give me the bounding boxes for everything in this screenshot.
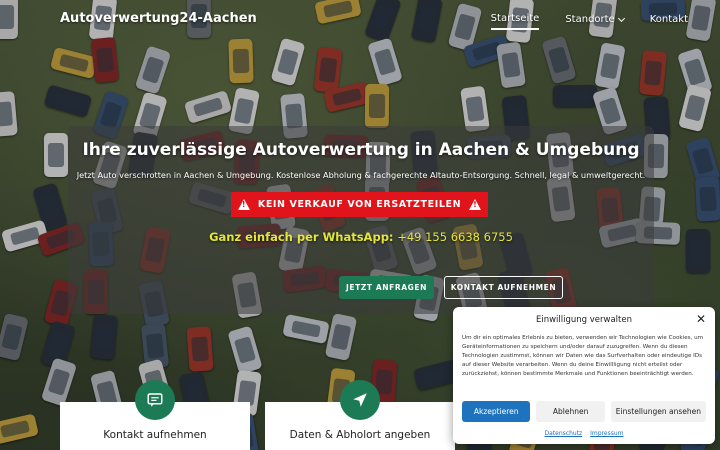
step-icon-circle [135,380,175,420]
privacy-link[interactable]: Datenschutz [545,430,583,437]
accept-button[interactable]: Akzeptieren [462,401,531,422]
deny-button[interactable]: Ablehnen [536,401,605,422]
warning-icon [469,199,482,210]
whatsapp-label: Ganz einfach per WhatsApp: [209,230,394,244]
warning-text: KEIN VERKAUF VON ERSATZTEILEN [257,199,462,210]
main-navigation: Startseite Standorte Kontakt [490,13,688,30]
step-icon-circle [340,380,380,420]
step-card-label: Kontakt aufnehmen [103,429,207,441]
warning-icon [237,199,250,210]
nav-item-label: Kontakt [649,14,688,25]
site-logo[interactable]: Autoverwertung24-Aachen [60,11,257,26]
nav-item-standorte[interactable]: Standorte [565,13,625,30]
no-parts-warning-banner: KEIN VERKAUF VON ERSATZTEILEN [231,192,488,217]
cookie-dialog-text: Um dir ein optimales Erlebnis zu bieten,… [462,335,704,377]
view-settings-button[interactable]: Einstellungen ansehen [610,401,706,422]
nav-item-label: Standorte [565,14,615,25]
hero-panel: Ihre zuverlässige Autoverwertung in Aach… [68,126,654,314]
hero-title: Ihre zuverlässige Autoverwertung in Aach… [82,140,640,160]
cookie-consent-dialog: Einwilligung verwalten ✕ Um dir ein opti… [453,307,715,444]
cookie-dialog-title: Einwilligung verwalten [535,315,632,325]
nav-item-kontakt[interactable]: Kontakt [650,13,688,30]
whatsapp-line: Ganz einfach per WhatsApp: +49 155 6638 … [68,230,654,244]
message-icon [147,393,163,407]
nav-item-startseite[interactable]: Startseite [490,13,540,30]
hero-subtitle: Jetzt Auto verschrotten in Aachen & Umge… [76,170,646,180]
nav-item-label: Startseite [490,13,540,24]
close-icon[interactable]: ✕ [696,312,706,326]
imprint-link[interactable]: Impressum [590,430,623,437]
site-header: Autoverwertung24-Aachen Startseite Stand… [0,0,720,40]
step-card-pickup[interactable]: Daten & Abholort angeben [265,380,455,450]
navigation-arrow-icon [353,393,367,407]
whatsapp-number[interactable]: +49 155 6638 6755 [397,230,513,244]
chevron-down-icon [617,14,625,22]
step-card-label: Daten & Abholort angeben [289,429,431,441]
cookie-dialog-buttons: Akzeptieren Ablehnen Einstellungen anseh… [462,401,706,422]
hero-buttons: JETZT ANFRAGEN KONTAKT AUFNEHMEN [68,276,654,299]
request-button[interactable]: JETZT ANFRAGEN [339,276,434,299]
cookie-dialog-links: Datenschutz Impressum [453,430,715,437]
contact-button[interactable]: KONTAKT AUFNEHMEN [444,276,563,299]
step-card-contact[interactable]: Kontakt aufnehmen [60,380,250,450]
